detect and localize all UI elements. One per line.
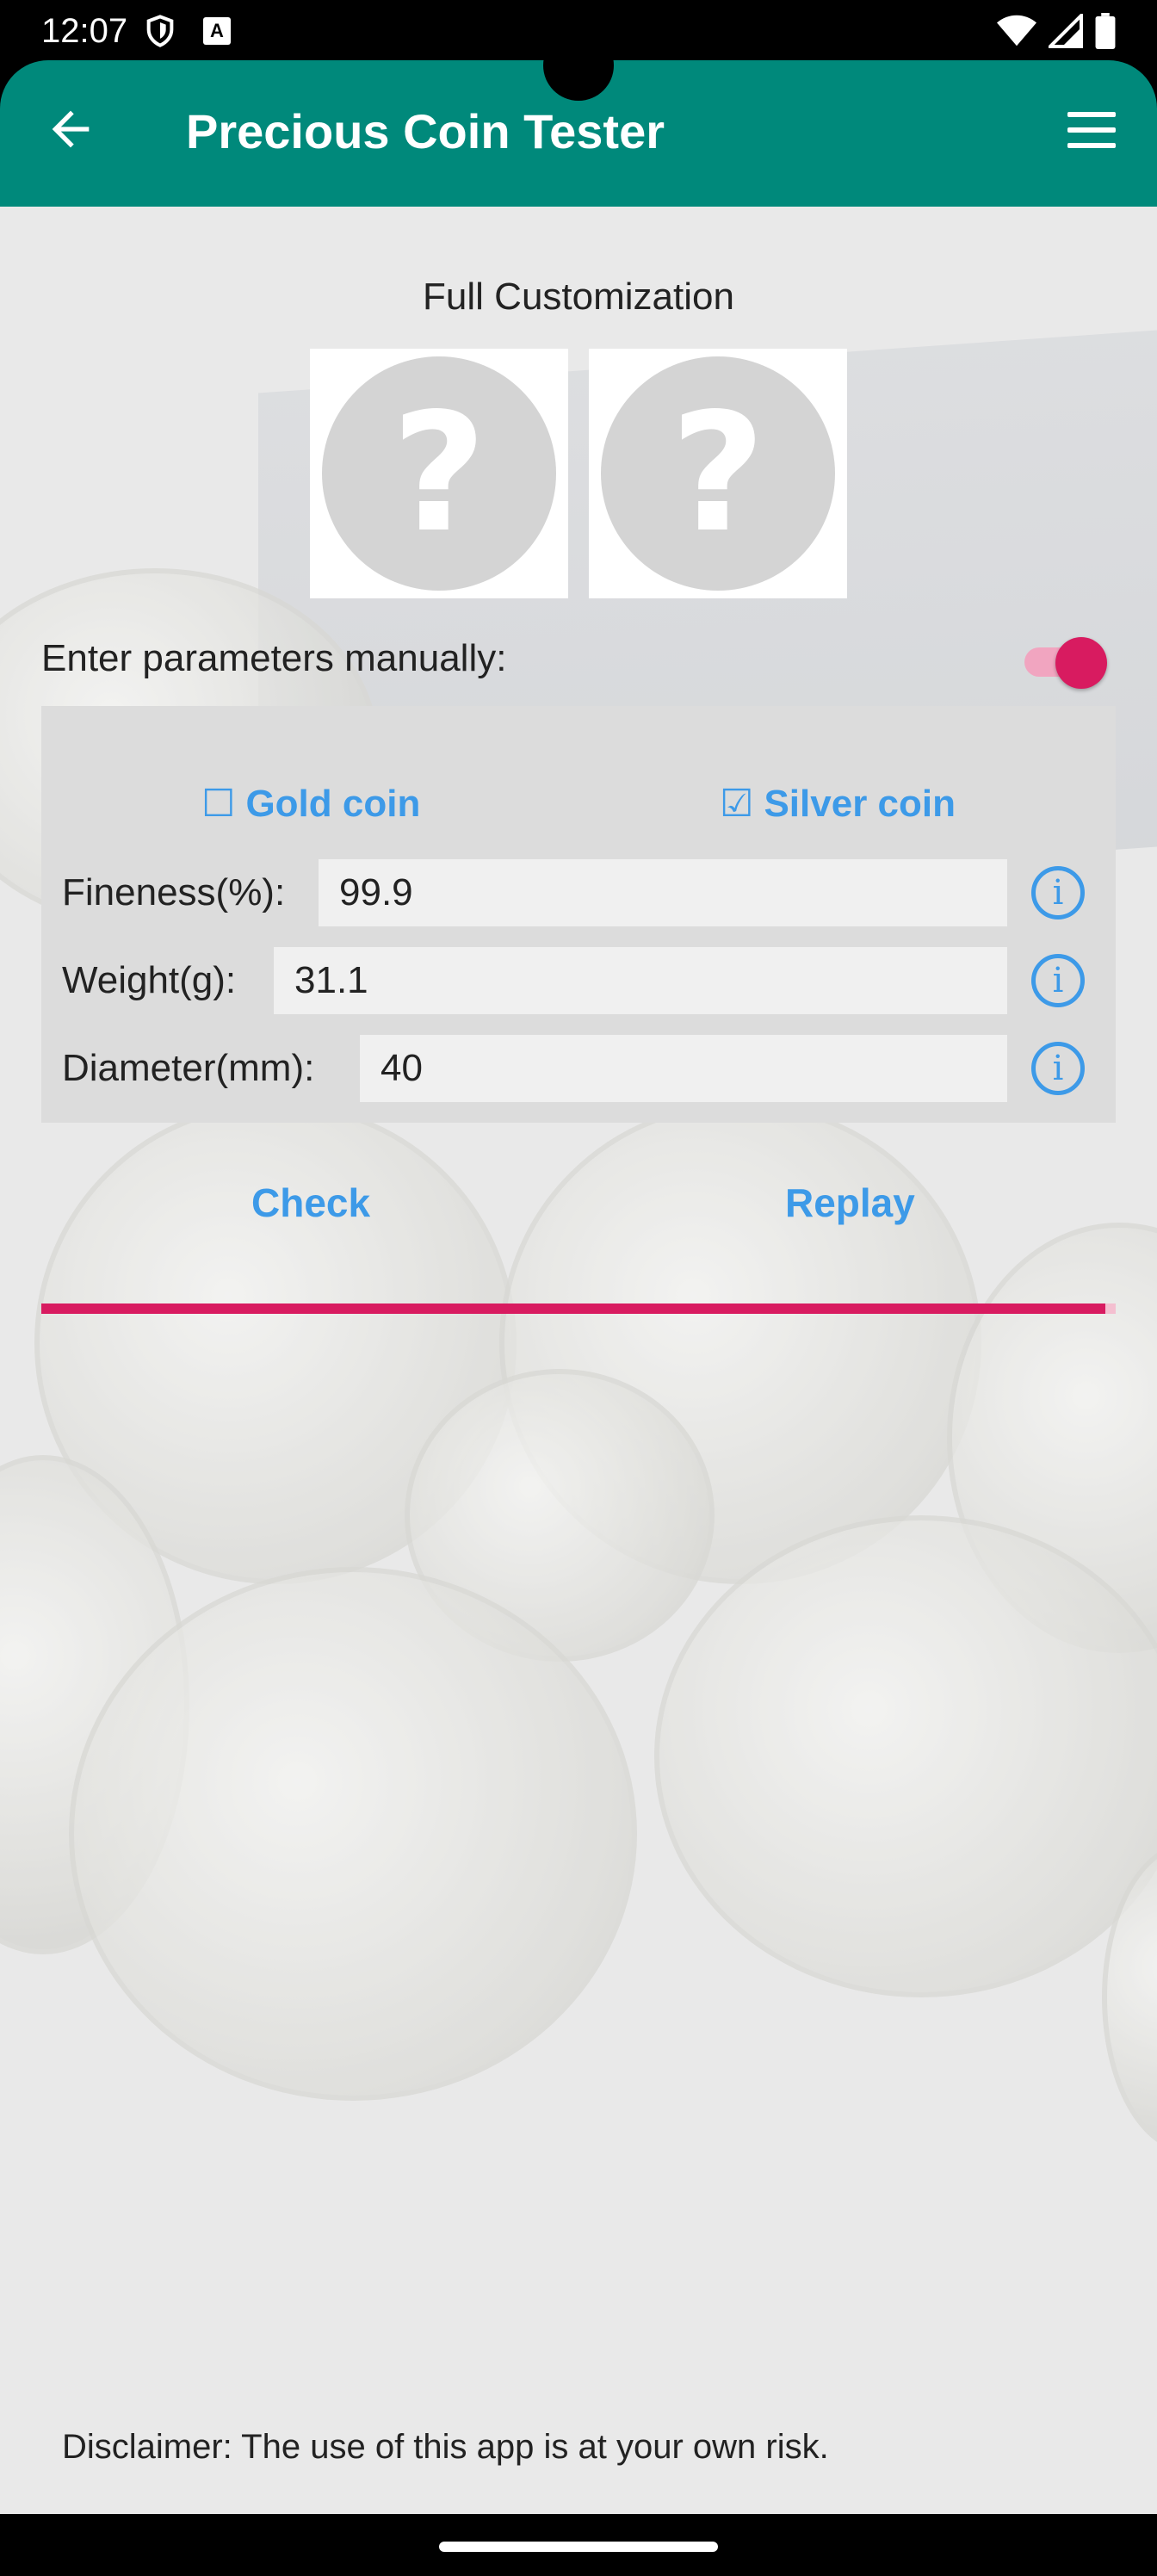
progress-bar bbox=[41, 1303, 1116, 1314]
shield-icon bbox=[146, 15, 174, 47]
weight-input[interactable] bbox=[274, 947, 1007, 1014]
gold-coin-label: Gold coin bbox=[245, 783, 421, 825]
battery-icon bbox=[1095, 13, 1116, 49]
unchecked-box-icon: ☐ bbox=[201, 782, 236, 826]
disclaimer-text: Disclaimer: The use of this app is at yo… bbox=[62, 2428, 829, 2466]
keyboard-notification-icon: A bbox=[203, 17, 231, 45]
home-gesture-handle[interactable] bbox=[439, 2542, 718, 2552]
manual-entry-label: Enter parameters manually: bbox=[41, 637, 507, 679]
toggle-thumb bbox=[1055, 637, 1107, 689]
menu-icon[interactable] bbox=[1067, 112, 1119, 153]
silver-coin-label: Silver coin bbox=[764, 783, 956, 825]
app-screen: 12:07 A Precious Coin Tester Full Custom… bbox=[0, 0, 1157, 2576]
fineness-label: Fineness(%): bbox=[62, 871, 286, 913]
status-time: 12:07 bbox=[41, 12, 128, 50]
background-coin bbox=[654, 1515, 1157, 1997]
diameter-info-icon[interactable]: i bbox=[1031, 1042, 1085, 1095]
camera-cutout bbox=[543, 30, 614, 101]
question-mark-icon: ? bbox=[322, 356, 556, 591]
section-title: Full Customization bbox=[423, 276, 734, 318]
fineness-info-icon[interactable]: i bbox=[1031, 866, 1085, 920]
wifi-icon bbox=[997, 15, 1036, 46]
main-content: Full Customization ? ? Enter parameters … bbox=[0, 207, 1157, 2514]
weight-info-icon[interactable]: i bbox=[1031, 954, 1085, 1007]
coin-back-image[interactable]: ? bbox=[589, 349, 847, 598]
progress-fill bbox=[41, 1303, 1105, 1314]
background-coin bbox=[69, 1567, 637, 2101]
diameter-input[interactable] bbox=[360, 1035, 1007, 1102]
back-arrow-icon[interactable] bbox=[43, 102, 98, 157]
replay-button[interactable]: Replay bbox=[785, 1180, 915, 1226]
question-mark-icon: ? bbox=[601, 356, 835, 591]
coin-front-image[interactable]: ? bbox=[310, 349, 568, 598]
check-button[interactable]: Check bbox=[251, 1180, 370, 1226]
gold-coin-checkbox[interactable]: ☐ Gold coin bbox=[201, 782, 420, 826]
status-icons bbox=[997, 13, 1116, 49]
cellular-signal-icon bbox=[1049, 14, 1083, 48]
fineness-input[interactable] bbox=[319, 859, 1007, 926]
silver-coin-checkbox[interactable]: ☑ Silver coin bbox=[720, 782, 956, 826]
checked-box-icon: ☑ bbox=[720, 782, 754, 826]
parameters-panel: ☐Gold coin ☑Silver coin Fineness(%): i W… bbox=[41, 706, 1116, 1123]
diameter-label: Diameter(mm): bbox=[62, 1047, 315, 1089]
weight-label: Weight(g): bbox=[62, 959, 237, 1001]
app-title: Precious Coin Tester bbox=[186, 104, 665, 158]
manual-entry-toggle[interactable] bbox=[1021, 637, 1107, 689]
